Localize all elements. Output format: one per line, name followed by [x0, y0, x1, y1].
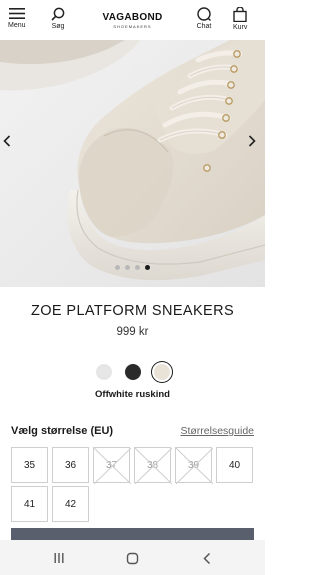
size-option[interactable]: 36 [52, 447, 89, 483]
sold-out-cross-icon [135, 448, 172, 484]
color-swatch-black[interactable] [124, 364, 141, 380]
size-option-unavailable[interactable]: 37 [93, 447, 131, 484]
color-swatches [0, 364, 265, 380]
back-chevron-icon [203, 552, 211, 564]
top-header: Menu Søg VAGABOND SHOEMAKERS Chat Kurv [0, 0, 265, 40]
carousel-dot-active[interactable] [145, 265, 150, 270]
home-icon [126, 552, 138, 564]
sold-out-cross-icon [94, 448, 131, 484]
product-image [0, 40, 265, 287]
cart-button[interactable]: Kurv [233, 7, 247, 32]
size-option[interactable]: 41 [11, 486, 48, 522]
size-option[interactable]: 42 [52, 486, 89, 522]
size-option-unavailable[interactable]: 39 [175, 447, 213, 484]
home-button[interactable] [123, 549, 141, 567]
size-option[interactable]: 35 [11, 447, 48, 483]
carousel-dot[interactable] [115, 265, 120, 270]
previous-image-button[interactable] [3, 135, 17, 153]
size-heading: Vælg størrelse (EU) [11, 425, 114, 437]
chat-icon [197, 7, 211, 21]
color-swatch-offwhite-selected[interactable] [153, 364, 170, 380]
carousel-dot[interactable] [135, 265, 140, 270]
chevron-left-icon [3, 135, 11, 147]
sold-out-cross-icon [176, 448, 213, 484]
size-guide-link[interactable]: Størrelsesguide [180, 425, 254, 437]
size-label: 40 [228, 459, 241, 471]
brand-logo[interactable]: VAGABOND SHOEMAKERS [0, 12, 265, 29]
brand-subtitle: SHOEMAKERS [113, 24, 152, 29]
size-label: 35 [23, 459, 36, 471]
size-selector-header: Vælg størrelse (EU) Størrelsesguide [11, 425, 254, 437]
next-image-button[interactable] [248, 135, 262, 153]
chat-button[interactable]: Chat [196, 7, 212, 31]
system-navigation-bar [0, 540, 265, 575]
carousel-dots [0, 265, 265, 270]
recent-apps-button[interactable] [50, 549, 68, 567]
brand-name: VAGABOND [102, 12, 163, 23]
product-image-carousel[interactable] [0, 40, 265, 287]
product-title: ZOE PLATFORM SNEAKERS [30, 303, 235, 319]
size-label: 41 [23, 498, 36, 510]
color-swatch-white[interactable] [95, 364, 112, 380]
size-option-unavailable[interactable]: 38 [134, 447, 172, 484]
cart-label: Kurv [233, 24, 248, 31]
shopping-bag-icon [233, 7, 247, 22]
size-option[interactable]: 40 [216, 447, 253, 483]
size-label: 42 [64, 498, 77, 510]
carousel-dot[interactable] [125, 265, 130, 270]
chat-label: Chat [196, 23, 212, 30]
selected-color-name: Offwhite ruskind [95, 389, 170, 400]
product-price: 999 kr [116, 326, 149, 338]
chevron-right-icon [248, 135, 256, 147]
size-label: 36 [64, 459, 77, 471]
recent-apps-icon [54, 553, 64, 563]
back-button[interactable] [198, 549, 216, 567]
